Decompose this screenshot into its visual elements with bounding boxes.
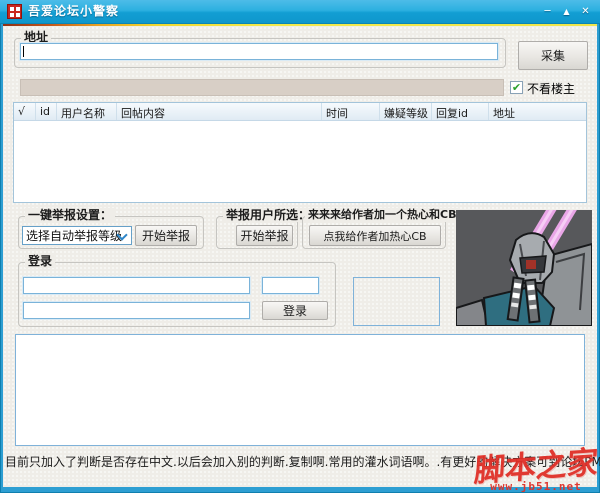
title-bar[interactable]: 吾爱论坛小警察 ─ ▲ ✕ — [0, 0, 600, 24]
password-input[interactable] — [23, 302, 250, 319]
captcha-input[interactable] — [262, 277, 319, 294]
column-header-suspicion-level[interactable]: 嫌疑等级 — [380, 103, 432, 120]
results-table: √ id 用户名称 回帖内容 时间 嫌疑等级 回复id 地址 — [13, 102, 587, 203]
column-header-time[interactable]: 时间 — [322, 103, 380, 120]
column-header-check[interactable]: √ — [14, 103, 36, 120]
maximize-icon[interactable]: ▲ — [558, 3, 575, 21]
captcha-image-box — [353, 277, 440, 326]
status-bar-text: 目前只加入了判断是否存在中文.以后会加入别的判断.复制啊.常用的灌水词语啊。.有… — [5, 455, 600, 469]
address-group-label: 地址 — [21, 30, 52, 44]
report-selected-label: 举报用户所选： — [223, 208, 314, 222]
gundam-mascot-image — [456, 210, 592, 326]
app-window: 吾爱论坛小警察 ─ ▲ ✕ 地址 采集 ✔ 不看楼主 √ id 用户名称 回帖内… — [0, 0, 600, 493]
close-icon[interactable]: ✕ — [577, 3, 594, 21]
gundam-illustration — [456, 210, 592, 326]
report-level-dropdown[interactable]: 选择自动举报等级 — [22, 226, 132, 245]
report-level-dropdown-value: 选择自动举报等级 — [26, 229, 123, 243]
skip-op-checkbox-label[interactable]: 不看楼主 — [527, 80, 575, 97]
column-header-reply-id[interactable]: 回复id — [432, 103, 489, 120]
checkmark-icon: ✔ — [511, 81, 522, 94]
column-header-reply-content[interactable]: 回帖内容 — [117, 103, 322, 120]
progress-bar — [20, 79, 504, 96]
address-input[interactable] — [20, 43, 498, 60]
collect-button[interactable]: 采集 — [518, 41, 588, 70]
start-report-button[interactable]: 开始举报 — [135, 225, 197, 246]
username-input[interactable] — [23, 277, 250, 294]
column-header-id[interactable]: id — [36, 103, 57, 120]
window-controls: ─ ▲ ✕ — [539, 0, 594, 23]
column-header-address[interactable]: 地址 — [489, 103, 586, 120]
text-caret — [23, 46, 24, 57]
table-body[interactable] — [14, 121, 586, 202]
login-group-label: 登录 — [25, 254, 56, 268]
window-title: 吾爱论坛小警察 — [28, 4, 120, 18]
start-report-selected-button[interactable]: 开始举报 — [236, 225, 293, 246]
table-header-row: √ id 用户名称 回帖内容 时间 嫌疑等级 回复id 地址 — [14, 103, 586, 121]
app-icon — [7, 4, 22, 19]
login-button[interactable]: 登录 — [262, 301, 328, 320]
author-bonus-label: 来来来给作者加一个热心和CB — [305, 208, 460, 222]
log-textarea[interactable] — [15, 334, 585, 446]
column-header-username[interactable]: 用户名称 — [57, 103, 117, 120]
skip-op-checkbox[interactable]: ✔ — [510, 81, 523, 94]
add-heart-cb-button[interactable]: 点我给作者加热心CB — [309, 225, 441, 246]
report-settings-label: 一键举报设置： — [25, 208, 116, 222]
minimize-icon[interactable]: ─ — [539, 3, 556, 21]
